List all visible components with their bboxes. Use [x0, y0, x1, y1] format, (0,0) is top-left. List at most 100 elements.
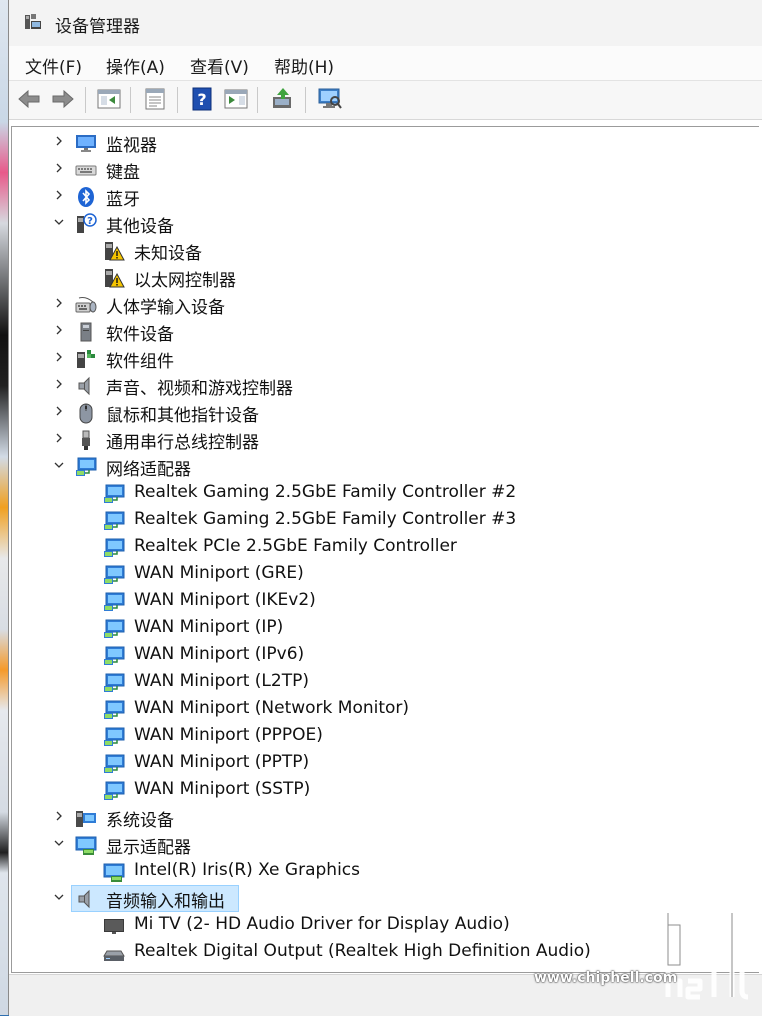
network-adapter-icon [103, 645, 125, 667]
tree-device-item[interactable]: Realtek PCIe 2.5GbE Family Controller [12, 534, 752, 561]
tree-device-item[interactable]: WAN Miniport (GRE) [12, 561, 752, 588]
tree-category[interactable]: 键盘 [12, 156, 752, 183]
collapse-chevron-icon[interactable] [52, 890, 66, 904]
tree-item-label: 蓝牙 [106, 190, 140, 210]
tree-device-item[interactable]: Realtek Digital Output (Realtek High Def… [12, 939, 752, 966]
other-devices-icon: ? [75, 213, 97, 235]
menu-help[interactable]: 帮助(H) [274, 53, 334, 78]
expand-chevron-icon[interactable] [52, 431, 66, 445]
device-manager-app-icon [25, 14, 41, 29]
tree-item-label: Realtek Gaming 2.5GbE Family Controller … [134, 482, 517, 502]
expand-chevron-icon[interactable] [52, 296, 66, 310]
action-pane-icon[interactable] [223, 86, 249, 112]
toolbar: ? [9, 81, 762, 120]
warning-device-icon [103, 240, 125, 262]
scan-hardware-icon[interactable] [317, 86, 343, 112]
collapse-chevron-icon[interactable] [52, 458, 66, 472]
tree-category[interactable]: 软件组件 [12, 345, 752, 372]
expand-chevron-icon[interactable] [52, 404, 66, 418]
device-tree[interactable]: 监视器键盘蓝牙? 其他设备 未知设备以太网控制器 人体学输入设备 软件设备 软件组件声音、… [11, 126, 759, 973]
network-adapter-icon [103, 618, 125, 640]
tree-device-item[interactable]: WAN Miniport (PPPOE) [12, 723, 752, 750]
network-adapter-icon [103, 537, 125, 559]
display-adapter-icon [103, 861, 125, 883]
tree-item-label: 音频输入和输出 [106, 892, 225, 912]
collapse-chevron-icon[interactable] [52, 215, 66, 229]
tree-item-label: 键盘 [106, 163, 140, 183]
tree-item-label: WAN Miniport (IPv6) [134, 644, 305, 664]
tree-category[interactable]: 软件设备 [12, 318, 752, 345]
tree-item-label: Mi TV (2- HD Audio Driver for Display Au… [134, 914, 510, 934]
toolbar-separator [130, 87, 131, 113]
software-device-icon [75, 321, 97, 343]
properties-icon[interactable] [142, 86, 168, 112]
menu-action[interactable]: 操作(A) [106, 53, 165, 78]
toolbar-separator [177, 87, 178, 113]
tree-item-label: 监视器 [106, 136, 157, 156]
title-bar[interactable]: 设备管理器 [9, 0, 762, 46]
tree-category[interactable]: 通用串行总线控制器 [12, 426, 752, 453]
bluetooth-icon [75, 186, 97, 208]
expand-chevron-icon[interactable] [52, 188, 66, 202]
tv-display-icon [103, 915, 125, 937]
expand-chevron-icon[interactable] [52, 350, 66, 364]
tree-item-label: 以太网控制器 [134, 271, 236, 291]
forward-arrow-icon[interactable] [50, 86, 76, 112]
tree-device-item[interactable]: Mi TV (2- HD Audio Driver for Display Au… [12, 912, 752, 939]
software-component-icon [75, 348, 97, 370]
warning-device-icon [103, 267, 125, 289]
network-adapter-icon [103, 483, 125, 505]
tree-device-item[interactable]: WAN Miniport (L2TP) [12, 669, 752, 696]
tree-category[interactable]: 显示适配器 [12, 831, 752, 858]
show-hide-console-tree-icon[interactable] [96, 86, 122, 112]
tree-device-item[interactable]: WAN Miniport (IKEv2) [12, 588, 752, 615]
tree-category[interactable]: 鼠标和其他指针设备 [12, 399, 752, 426]
network-adapter-icon [103, 672, 125, 694]
menu-bar: 文件(F) 操作(A) 查看(V) 帮助(H) [9, 46, 762, 81]
tree-item-label: Realtek PCIe 2.5GbE Family Controller [134, 536, 457, 556]
collapse-chevron-icon[interactable] [52, 836, 66, 850]
system-devices-icon [75, 807, 97, 829]
watermark-url: www.chiphell.com [534, 970, 678, 986]
tree-item-label: 声音、视频和游戏控制器 [106, 379, 293, 399]
tree-device-item[interactable]: Realtek Gaming 2.5GbE Family Controller … [12, 480, 752, 507]
network-adapter-icon [103, 699, 125, 721]
update-driver-icon[interactable] [270, 86, 296, 112]
keyboard-icon [75, 159, 97, 181]
toolbar-separator [257, 87, 258, 113]
tree-device-item[interactable]: WAN Miniport (Network Monitor) [12, 696, 752, 723]
toolbar-separator [85, 87, 86, 113]
tree-category[interactable]: 音频输入和输出 [12, 885, 752, 912]
toolbar-separator [305, 87, 306, 113]
tree-device-item[interactable]: 以太网控制器 [12, 264, 752, 291]
tree-category[interactable]: ? 其他设备 [12, 210, 752, 237]
tree-device-item[interactable]: WAN Miniport (IP) [12, 615, 752, 642]
network-adapter-icon [103, 564, 125, 586]
help-icon[interactable]: ? [189, 86, 215, 112]
menu-file[interactable]: 文件(F) [25, 53, 82, 78]
tree-category[interactable]: 人体学输入设备 [12, 291, 752, 318]
tree-device-item[interactable]: WAN Miniport (IPv6) [12, 642, 752, 669]
tree-device-item[interactable]: 未知设备 [12, 237, 752, 264]
tree-category[interactable]: 监视器 [12, 129, 752, 156]
expand-chevron-icon[interactable] [52, 134, 66, 148]
tree-item-label: WAN Miniport (GRE) [134, 563, 304, 583]
tree-item-label: Intel(R) Iris(R) Xe Graphics [134, 860, 360, 880]
expand-chevron-icon[interactable] [52, 809, 66, 823]
tree-category[interactable]: 网络适配器 [12, 453, 752, 480]
tree-category[interactable]: 声音、视频和游戏控制器 [12, 372, 752, 399]
expand-chevron-icon[interactable] [52, 377, 66, 391]
back-arrow-icon[interactable] [16, 86, 42, 112]
tree-device-item[interactable]: WAN Miniport (SSTP) [12, 777, 752, 804]
tree-item-label: WAN Miniport (Network Monitor) [134, 698, 410, 718]
expand-chevron-icon[interactable] [52, 323, 66, 337]
svg-text:?: ? [197, 90, 206, 109]
monitor-icon [75, 132, 97, 154]
tree-category[interactable]: 系统设备 [12, 804, 752, 831]
tree-category[interactable]: 蓝牙 [12, 183, 752, 210]
menu-view[interactable]: 查看(V) [190, 53, 249, 78]
expand-chevron-icon[interactable] [52, 161, 66, 175]
tree-device-item[interactable]: WAN Miniport (PPTP) [12, 750, 752, 777]
tree-device-item[interactable]: Intel(R) Iris(R) Xe Graphics [12, 858, 752, 885]
tree-device-item[interactable]: Realtek Gaming 2.5GbE Family Controller … [12, 507, 752, 534]
